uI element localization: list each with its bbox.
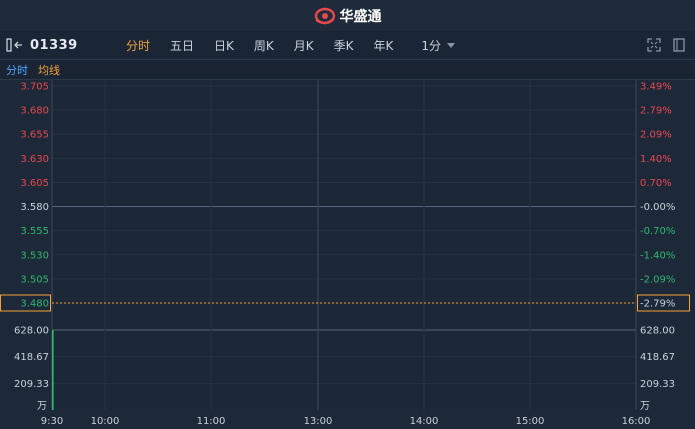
- percent-tick-label: 2.79%: [640, 106, 672, 117]
- time-tick-label: 14:00: [410, 416, 439, 427]
- volume-tick-label-right: 628.00: [640, 326, 675, 337]
- volume-tick-label-right: 418.67: [640, 352, 675, 363]
- volume-unit-label: 万: [37, 401, 47, 412]
- price-tick-label: 3.580: [20, 202, 49, 213]
- volume-tick-label-right: 209.33: [640, 379, 675, 390]
- price-tick-label: 3.630: [20, 154, 49, 165]
- time-tick-label: 11:00: [197, 416, 226, 427]
- volume-unit-label-right: 万: [640, 401, 650, 412]
- price-tick-label: 3.530: [20, 250, 49, 261]
- price-tick-label: 3.555: [20, 226, 49, 237]
- intraday-chart[interactable]: 3.705 3.49% 3.680 2.79% 3.655 2.09% 3.630 1.40%…: [0, 0, 695, 429]
- percent-tick-label: 3.49%: [640, 82, 672, 93]
- price-tick-label: 3.705: [20, 82, 49, 93]
- price-tick-label: 3.680: [20, 106, 49, 117]
- percent-tick-label: 2.09%: [640, 130, 672, 141]
- percent-tick-label: 0.70%: [640, 178, 672, 189]
- time-tick-label: 15:00: [516, 416, 545, 427]
- percent-tick-label: -2.09%: [640, 274, 675, 285]
- time-tick-label: 10:00: [91, 416, 120, 427]
- percent-tick-label: 1.40%: [640, 154, 672, 165]
- time-tick-label: 16:00: [622, 416, 651, 427]
- price-tick-label: 3.505: [20, 274, 49, 285]
- percent-tick-label: -1.40%: [640, 250, 675, 261]
- volume-bar: [52, 330, 54, 410]
- percent-tick-label: -0.00%: [640, 202, 675, 213]
- current-price-label: 3.480: [20, 299, 49, 310]
- volume-tick-label: 628.00: [14, 326, 49, 337]
- percent-tick-label: -0.70%: [640, 226, 675, 237]
- plot-background: [52, 80, 636, 410]
- volume-tick-label: 209.33: [14, 379, 49, 390]
- volume-tick-label: 418.67: [14, 352, 49, 363]
- time-tick-label: 9:30: [41, 416, 63, 427]
- price-tick-label: 3.605: [20, 178, 49, 189]
- chart-grid: [51, 80, 637, 410]
- price-tick-label: 3.655: [20, 130, 49, 141]
- current-pct-label: -2.79%: [640, 299, 675, 310]
- time-tick-label: 13:00: [304, 416, 333, 427]
